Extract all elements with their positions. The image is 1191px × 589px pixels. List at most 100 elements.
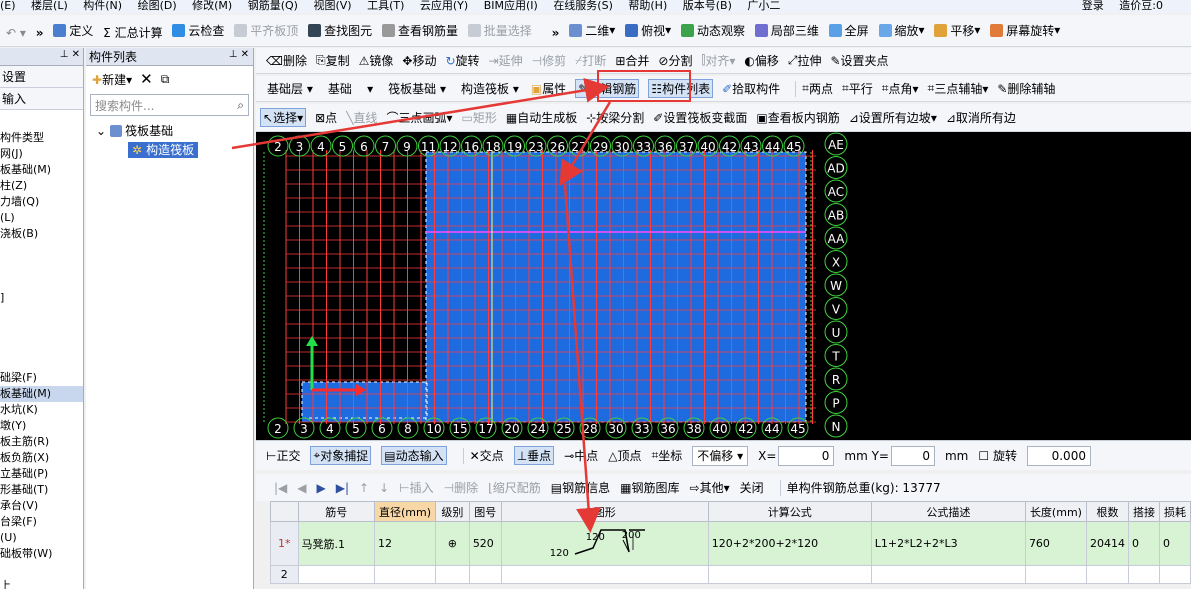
line-button[interactable]: ╲ 直线 bbox=[346, 109, 377, 126]
panel-close-icon[interactable]: ⊥ ✕ bbox=[229, 49, 249, 60]
table-row[interactable]: 2 bbox=[270, 565, 1191, 584]
nav-item[interactable] bbox=[0, 338, 83, 354]
menu-item-cloud[interactable]: 云应用(Y) bbox=[420, 0, 468, 11]
set-variable-section-button[interactable]: ✐ 设置筏板变截面 bbox=[653, 109, 747, 126]
nav-item[interactable] bbox=[0, 562, 83, 578]
stretch-button[interactable]: ⤢ 拉伸 bbox=[788, 52, 822, 69]
point-button[interactable]: ⊠ 点 bbox=[315, 109, 337, 126]
delete-axis-button[interactable]: ✎ 删除辅轴 bbox=[997, 80, 1055, 97]
2d-dropdown[interactable]: 二维 ▾ bbox=[569, 15, 615, 45]
nav-input-row[interactable]: 输入 bbox=[0, 88, 83, 110]
dynamic-observe-button[interactable]: 动态观察 bbox=[680, 15, 745, 45]
menu-item-view[interactable]: 视图(V) bbox=[313, 0, 351, 11]
vertex-snap[interactable]: △ 顶点 bbox=[608, 447, 641, 464]
menu-item-e[interactable]: (E) bbox=[0, 0, 16, 11]
ortho-toggle[interactable]: ⊢ 正交 bbox=[266, 447, 300, 464]
new-component-button[interactable]: ✚新建▾ bbox=[92, 71, 132, 88]
cell-loss[interactable] bbox=[1158, 565, 1191, 584]
arc-button[interactable]: ⌒ 三点画弧 ▾ bbox=[386, 109, 452, 126]
copy-icon[interactable]: ⧉ bbox=[161, 72, 170, 87]
menu-item-assistant[interactable]: 广小二 bbox=[747, 0, 780, 11]
other-button[interactable]: ⇨ 其他 ▾ bbox=[690, 479, 730, 496]
nav-item[interactable]: 板主筋(R) bbox=[0, 434, 83, 450]
perpendicular-snap[interactable]: ⊥ 垂点 bbox=[513, 446, 555, 465]
break-button[interactable]: ⌿ 打断 bbox=[575, 52, 606, 69]
nav-item[interactable]: 网(J) bbox=[0, 146, 83, 162]
nav-item[interactable]: 水坑(K) bbox=[0, 402, 83, 418]
cell-description[interactable] bbox=[870, 565, 1026, 584]
split-by-beam-button[interactable]: ⊹ 按梁分割 bbox=[586, 109, 644, 126]
cell-loss[interactable]: 0 bbox=[1158, 521, 1191, 566]
close-editor-button[interactable]: 关闭 bbox=[740, 479, 764, 496]
collapse-icon[interactable]: ⌄ bbox=[96, 124, 106, 138]
cell-figure-no[interactable] bbox=[468, 565, 502, 584]
split-button[interactable]: ⊘ 分割 bbox=[658, 52, 692, 69]
prev-record-button[interactable]: ◀ bbox=[297, 481, 306, 495]
cell-formula[interactable]: 120+2*200+2*120 bbox=[707, 521, 872, 566]
nav-item[interactable]: 础梁(F) bbox=[0, 370, 83, 386]
nav-item[interactable] bbox=[0, 306, 83, 322]
select-button[interactable]: ↖ 选择 ▾ bbox=[260, 108, 307, 127]
menu-item-help[interactable]: 帮助(H) bbox=[628, 0, 667, 11]
rotate-button[interactable]: ↻ 旋转 bbox=[445, 52, 479, 69]
menu-item-online[interactable]: 在线服务(S) bbox=[553, 0, 613, 11]
nav-item[interactable]: 承台(V) bbox=[0, 498, 83, 514]
pick-component-button[interactable]: ✐ 拾取构件 bbox=[722, 80, 780, 97]
component-select[interactable]: 构造筏板 ▾ bbox=[458, 80, 522, 97]
last-record-button[interactable]: ▶| bbox=[336, 481, 349, 495]
nav-item[interactable]: 力墙(Q) bbox=[0, 194, 83, 210]
y-input[interactable]: 0 bbox=[890, 445, 935, 466]
cell-bar-no[interactable]: 马凳筋.1 bbox=[297, 521, 375, 566]
nav-item[interactable]: (U) bbox=[0, 530, 83, 546]
coordinate-snap[interactable]: ⌗ 坐标 bbox=[651, 447, 682, 464]
cell-grade[interactable] bbox=[434, 565, 470, 584]
cell-length[interactable] bbox=[1024, 565, 1087, 584]
point-angle-button[interactable]: ⌗ 点角 ▾ bbox=[882, 80, 919, 97]
view-rebar-button[interactable]: 查看钢筋量 bbox=[381, 15, 458, 45]
nav-item[interactable]: 墩(Y) bbox=[0, 418, 83, 434]
move-down-button[interactable]: ↓ bbox=[379, 481, 389, 495]
more-chevron-icon[interactable]: » bbox=[36, 18, 44, 47]
rect-button[interactable]: ▭ 矩形 bbox=[462, 109, 497, 126]
copy-button[interactable]: ⎘ 复制 bbox=[316, 52, 350, 69]
dynamic-input-toggle[interactable]: ▤ 动态输入 bbox=[381, 446, 447, 465]
floor-select[interactable]: 基础层 ▾ bbox=[264, 80, 316, 97]
nav-item[interactable]: 上 bbox=[0, 578, 83, 589]
mirror-button[interactable]: ⚠ 镜像 bbox=[359, 52, 394, 69]
cell-lap[interactable] bbox=[1127, 565, 1160, 584]
move-button[interactable]: ✥ 移动 bbox=[402, 52, 436, 69]
midpoint-snap[interactable]: ⊸ 中点 bbox=[564, 447, 598, 464]
local-3d-button[interactable]: 局部三维 bbox=[754, 15, 819, 45]
menu-item-tools[interactable]: 工具(T) bbox=[367, 0, 404, 11]
scale-rebar-button[interactable]: ⌊ 缩尺配筋 bbox=[488, 479, 541, 496]
align-top-button[interactable]: 平齐板顶 bbox=[234, 15, 298, 45]
cell-count[interactable]: 20414 bbox=[1085, 521, 1129, 566]
nav-item[interactable]: 础板带(W) bbox=[0, 546, 83, 562]
calculate-button[interactable]: Σ 汇总计算 bbox=[103, 17, 162, 46]
pan-dropdown[interactable]: 平移 ▾ bbox=[934, 15, 980, 45]
menu-item-floor[interactable]: 楼层(L) bbox=[31, 0, 68, 11]
type-select[interactable]: 筏板基础 ▾ bbox=[385, 80, 449, 97]
define-button[interactable]: 定义 bbox=[53, 15, 93, 45]
batch-select-button[interactable]: 批量选择 bbox=[467, 15, 532, 45]
component-search[interactable]: 搜索构件... ⌕ bbox=[90, 94, 249, 116]
parallel-button[interactable]: ⌗ 平行 bbox=[842, 80, 873, 97]
properties-button[interactable]: ▣ 属性 bbox=[531, 80, 566, 97]
nav-item[interactable]: 立基础(P) bbox=[0, 466, 83, 482]
delete-button[interactable]: ⌫ 删除 bbox=[266, 52, 307, 69]
cell-bar-no[interactable] bbox=[297, 565, 375, 584]
nav-item[interactable]: 浇板(B) bbox=[0, 226, 83, 242]
login-link[interactable]: 登录 bbox=[1082, 0, 1104, 11]
x-input[interactable]: 0 bbox=[778, 445, 835, 466]
table-row[interactable]: 1* 马凳筋.1 12 ⊕ 520 120 120 200 120+2*200+… bbox=[270, 521, 1191, 566]
nav-item[interactable]: 板基础(M) bbox=[0, 162, 83, 178]
menu-item-rebar[interactable]: 钢筋量(Q) bbox=[248, 0, 298, 11]
search-icon[interactable]: ⌕ bbox=[237, 98, 244, 113]
search-input[interactable]: 搜索构件... bbox=[95, 97, 154, 114]
menu-item-version[interactable]: 版本号(B) bbox=[683, 0, 732, 11]
delete-icon[interactable]: ✕ bbox=[140, 70, 153, 88]
row-delete-button[interactable]: ⊣ 删除 bbox=[444, 479, 478, 496]
cell-figure-no[interactable]: 520 bbox=[468, 521, 502, 566]
cell-length[interactable]: 760 bbox=[1024, 521, 1087, 566]
three-point-axis-button[interactable]: ⌗ 三点辅轴 ▾ bbox=[928, 80, 989, 97]
